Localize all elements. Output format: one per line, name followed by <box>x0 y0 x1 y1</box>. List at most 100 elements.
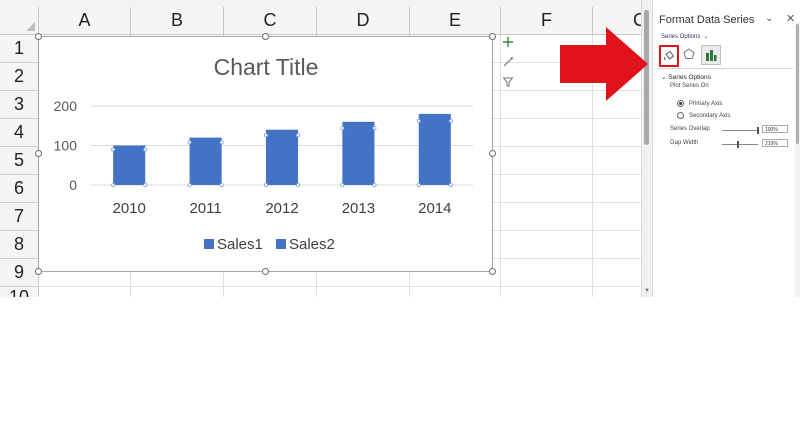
chart-tools <box>500 36 516 96</box>
bar-selection-marker <box>340 182 345 187</box>
bar-selection-marker <box>448 182 453 187</box>
secondary-axis-option[interactable]: Secondary Axis <box>677 112 730 119</box>
chevron-down-icon[interactable]: ⌄ <box>765 13 773 24</box>
column-header-b[interactable]: B <box>131 7 224 34</box>
bar-selection-marker <box>187 182 192 187</box>
series-overlap-input[interactable]: 100% <box>762 125 788 133</box>
bar <box>342 121 375 185</box>
pane-scrollbar-thumb[interactable] <box>796 24 799 144</box>
bar-selection-marker <box>372 126 377 131</box>
column-header-c[interactable]: C <box>224 7 317 34</box>
spreadsheet[interactable]: A B C D E F C 1 2 3 4 5 6 7 8 9 10 Chart… <box>0 0 642 297</box>
y-tick-label: 200 <box>54 98 78 114</box>
row-header-9[interactable]: 9 <box>0 259 38 287</box>
series-overlap-label: Series Overlap <box>670 126 710 132</box>
bar-selection-marker <box>187 140 192 145</box>
y-tick-label: 100 <box>54 138 78 154</box>
x-tick-label: 2010 <box>113 200 146 217</box>
secondary-axis-radio[interactable] <box>677 112 684 119</box>
row-header-10[interactable]: 10 <box>0 287 38 297</box>
bar-selection-marker <box>111 182 116 187</box>
primary-axis-label: Primary Axis <box>689 100 723 107</box>
row-header-5[interactable]: 5 <box>0 147 38 175</box>
close-icon[interactable]: ✕ <box>786 12 795 25</box>
row-header-3[interactable]: 3 <box>0 91 38 119</box>
annotation-arrow-icon <box>558 27 650 112</box>
chevron-down-icon: ⌄ <box>703 34 709 40</box>
resize-handle[interactable] <box>262 33 269 40</box>
x-tick-label: 2012 <box>265 200 298 217</box>
bar <box>265 129 299 185</box>
bar <box>418 113 451 185</box>
row-header-1[interactable]: 1 <box>0 35 38 63</box>
gap-width-slider[interactable] <box>722 144 758 145</box>
chart-title[interactable]: Chart Title <box>214 54 319 80</box>
series-options-dropdown[interactable]: Series Options ⌄ <box>661 33 708 40</box>
series-overlap-slider-thumb[interactable] <box>757 127 759 134</box>
bar-selection-marker <box>111 147 116 152</box>
x-tick-label: 2013 <box>342 200 375 217</box>
column-header-e[interactable]: E <box>410 7 501 34</box>
column-header-row: A B C D E F C <box>0 7 642 35</box>
gap-width-label: Gap Width <box>670 140 699 146</box>
bar-selection-marker <box>263 133 268 138</box>
gap-width-input[interactable]: 219% <box>762 139 788 147</box>
row-header-7[interactable]: 7 <box>0 203 38 231</box>
resize-handle[interactable] <box>489 150 496 157</box>
series-options-tab[interactable] <box>701 45 721 65</box>
legend-swatch <box>204 239 214 249</box>
effects-tab[interactable] <box>680 45 698 63</box>
resize-handle[interactable] <box>489 33 496 40</box>
secondary-axis-label: Secondary Axis <box>689 112 731 119</box>
series-options-dropdown-label: Series Options <box>661 34 701 40</box>
fill-line-tab[interactable] <box>659 45 679 67</box>
row-header-4[interactable]: 4 <box>0 119 38 147</box>
scroll-down-icon[interactable]: ▼ <box>644 288 650 294</box>
resize-handle[interactable] <box>35 268 42 275</box>
primary-axis-option[interactable]: Primary Axis <box>677 100 722 107</box>
chart-object[interactable]: Chart Title 0 100 200 2010 2011 2012 2013 2014… <box>35 33 496 275</box>
primary-axis-radio[interactable] <box>677 100 684 107</box>
select-all-button[interactable] <box>0 7 39 34</box>
y-tick-label: 0 <box>69 177 77 193</box>
row-header-6[interactable]: 6 <box>0 175 38 203</box>
format-data-series-pane: Format Data Series ⌄ ✕ Series Options ⌄ ⌄… <box>652 0 800 297</box>
pane-title: Format Data Series <box>659 14 755 26</box>
gap-width-slider-thumb[interactable] <box>736 141 739 148</box>
bar <box>189 137 222 185</box>
bar-selection-marker <box>219 182 224 187</box>
brush-icon[interactable] <box>500 56 516 72</box>
divider <box>657 68 793 69</box>
pane-scrollbar[interactable] <box>795 22 800 297</box>
filter-icon[interactable] <box>500 76 516 92</box>
bar-selection-marker <box>219 140 224 145</box>
row-header-2[interactable]: 2 <box>0 63 38 91</box>
fill-line-icon <box>664 50 675 61</box>
row-header-8[interactable]: 8 <box>0 231 38 259</box>
bar-selection-marker <box>416 182 421 187</box>
row-header-column: 1 2 3 4 5 6 7 8 9 10 <box>0 35 39 297</box>
section-title: Series Options <box>668 74 711 81</box>
bar-chart[interactable]: Chart Title 0 100 200 2010 2011 2012 2013 2014… <box>39 37 494 273</box>
resize-handle[interactable] <box>35 33 42 40</box>
resize-handle[interactable] <box>262 268 269 275</box>
plus-icon[interactable] <box>500 36 516 52</box>
resize-handle[interactable] <box>35 150 42 157</box>
bar-selection-marker <box>143 147 148 152</box>
series-overlap-slider[interactable] <box>722 130 758 131</box>
series-options-icon <box>706 50 717 61</box>
series-options-section[interactable]: ⌄ Series Options <box>661 73 711 81</box>
column-header-a[interactable]: A <box>39 7 131 34</box>
bar-selection-marker <box>416 119 421 124</box>
column-header-d[interactable]: D <box>317 7 410 34</box>
x-tick-label: 2011 <box>189 200 221 217</box>
plot-series-on-label: Plot Series On <box>670 83 709 89</box>
bar <box>113 145 146 185</box>
series-overlap-row: Series Overlap 100% <box>670 125 796 135</box>
bar-selection-marker <box>143 182 148 187</box>
gridline <box>38 286 642 287</box>
resize-handle[interactable] <box>489 268 496 275</box>
bar-selection-marker <box>263 182 268 187</box>
effects-icon <box>683 48 695 59</box>
bar-selection-marker <box>296 133 301 138</box>
